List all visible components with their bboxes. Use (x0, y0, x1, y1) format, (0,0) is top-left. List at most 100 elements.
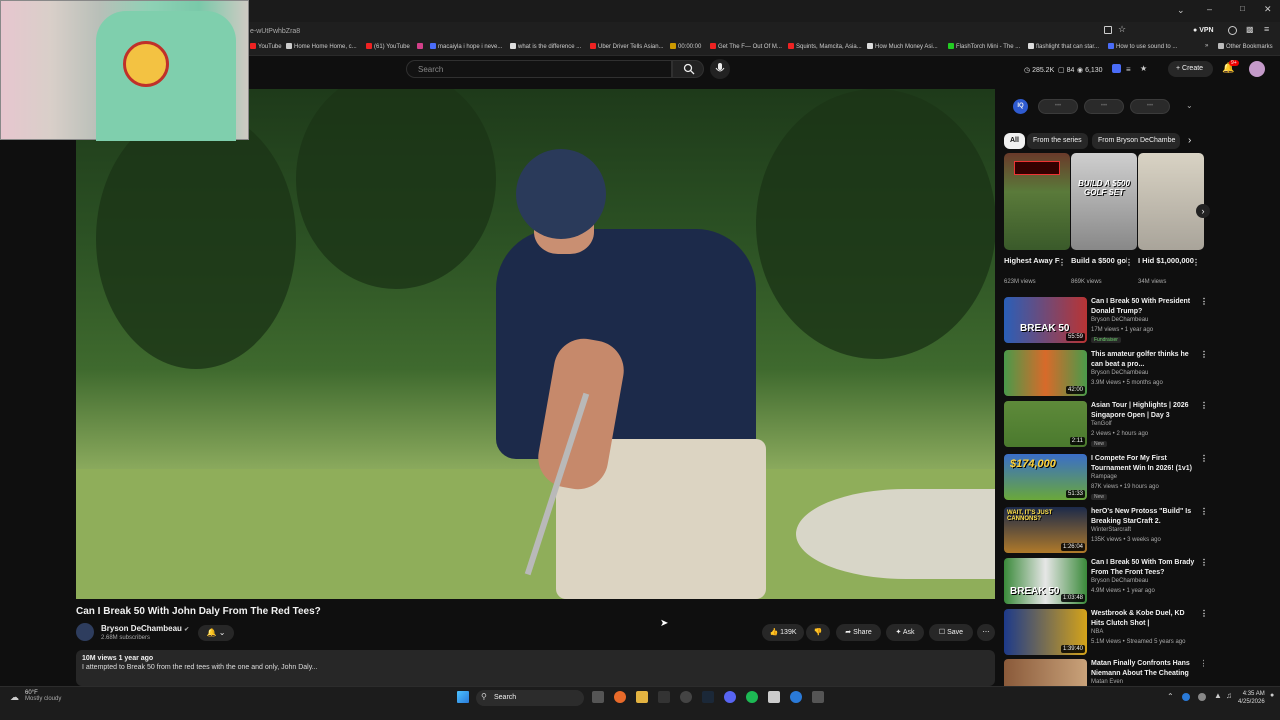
blurred-pill[interactable]: ••• (1084, 99, 1124, 114)
lens-icon[interactable]: IQ (1013, 99, 1028, 114)
short-thumbnail[interactable] (1004, 153, 1070, 250)
discord-icon[interactable] (724, 691, 736, 703)
recommended-video[interactable]: $174,000 51:33 I Compete For My First To… (1004, 454, 1208, 500)
bookmark-item[interactable]: what is the difference ... (510, 43, 581, 50)
chevron-right-icon[interactable]: › (1188, 135, 1191, 146)
more-icon[interactable]: ⋮ (1200, 558, 1208, 567)
spotify-icon[interactable] (746, 691, 758, 703)
more-icon[interactable]: ⋮ (1200, 507, 1208, 516)
bookmark-folder[interactable]: Other Bookmarks (1218, 43, 1273, 50)
save-button[interactable]: ☐ Save (929, 624, 973, 641)
more-icon[interactable]: ⋮ (1192, 258, 1200, 267)
menu-icon[interactable]: ≡ (1264, 24, 1269, 34)
bookmark-item[interactable] (417, 43, 425, 50)
minimize-icon[interactable]: – (1207, 4, 1212, 14)
ask-button[interactable]: ✦ Ask (886, 624, 924, 641)
bookmark-item[interactable]: How Much Money Asi... (867, 43, 938, 50)
short-title[interactable]: Build a $500 golf set at ... (1071, 256, 1127, 266)
bookmark-item[interactable]: Uber Driver Tells Asian... (590, 43, 664, 50)
create-button[interactable]: + Create (1168, 61, 1213, 77)
chevron-down-icon[interactable]: ⌄ (1186, 101, 1193, 110)
chevron-right-icon[interactable]: › (1196, 204, 1210, 218)
short-title[interactable]: Highest Away From ... (1004, 256, 1060, 266)
more-actions-button[interactable]: ⋯ (977, 624, 995, 641)
notification-bell-button[interactable]: 🔔 ⌄ (198, 625, 234, 641)
profile-icon[interactable] (1228, 26, 1237, 35)
volume-icon[interactable]: ♫ (1226, 691, 1232, 700)
short-title[interactable]: I Hid $1,000,000 ... (1138, 256, 1194, 266)
x-app-icon[interactable] (658, 691, 670, 703)
close-icon[interactable]: ✕ (1264, 4, 1272, 15)
chip-all[interactable]: All (1004, 133, 1025, 149)
taskbar-search[interactable]: Search (476, 690, 584, 706)
extensions-icon[interactable]: ▩ (1246, 25, 1254, 34)
system-clock[interactable]: 4:35 AM 4/25/2026 (1238, 690, 1265, 706)
task-view-icon[interactable] (592, 691, 604, 703)
recommended-video[interactable]: 1:39:40 Westbrook & Kobe Duel, KD Hits C… (1004, 609, 1208, 655)
share-button[interactable]: ➦ Share (836, 624, 881, 641)
account-avatar[interactable] (1249, 61, 1265, 77)
channel-name[interactable]: Bryson DeChambeau ✔ (101, 624, 189, 633)
recommended-video[interactable]: BREAK 50 1:03:48 Can I Break 50 With Tom… (1004, 558, 1208, 604)
app-icon[interactable] (680, 691, 692, 703)
chevron-down-icon[interactable]: ⌄ (1177, 5, 1185, 16)
extension-icon[interactable]: ≡ (1126, 65, 1131, 74)
app-icon[interactable] (768, 691, 780, 703)
file-explorer-icon[interactable] (636, 691, 648, 703)
search-input[interactable]: Search (406, 60, 672, 78)
vpn-badge[interactable]: ● VPN (1193, 27, 1214, 34)
maximize-icon[interactable]: □ (1240, 4, 1245, 13)
recommended-video[interactable]: Matan Finally Confronts Hans Niemann Abo… (1004, 659, 1204, 686)
more-icon[interactable]: ⋮ (1058, 258, 1066, 267)
short-thumbnail[interactable]: BUILD A $500 GOLF SET (1071, 153, 1137, 250)
windows-start-icon[interactable] (457, 691, 469, 703)
recommended-video[interactable]: BREAK 50 55:59 Can I Break 50 With Presi… (1004, 297, 1208, 343)
more-icon[interactable]: ⋮ (1200, 659, 1204, 668)
firefox-icon[interactable] (614, 691, 626, 703)
channel-avatar[interactable] (76, 623, 94, 641)
bookmark-item[interactable]: 00:00:00 (670, 43, 701, 50)
tray-icon[interactable] (1182, 693, 1190, 701)
more-icon[interactable]: ⋮ (1200, 350, 1208, 359)
bookmark-item[interactable]: Get The F— Out Of M... (710, 43, 782, 50)
more-icon[interactable]: ⋮ (1200, 454, 1208, 463)
app-icon[interactable] (812, 691, 824, 703)
bookmark-item[interactable]: macaiyla i hope i neve... (430, 43, 502, 50)
tray-icon[interactable] (1198, 693, 1206, 701)
more-bookmarks-icon[interactable]: » (1205, 43, 1208, 49)
blurred-pill[interactable]: ••• (1038, 99, 1078, 114)
bookmark-item[interactable]: How to use sound to ... (1108, 43, 1177, 50)
chip-from-channel[interactable]: From Bryson DeChambe (1092, 133, 1180, 149)
more-icon[interactable]: ⋮ (1200, 297, 1208, 306)
recommended-video[interactable]: WAIT, IT'S JUST CANNONS? 1:26:04 herO's … (1004, 507, 1208, 553)
bookmark-item[interactable]: (61) YouTube (366, 43, 410, 50)
voice-search-button[interactable] (710, 59, 730, 79)
bookmark-item[interactable]: flashlight that can star... (1028, 43, 1099, 50)
recommended-video[interactable]: 2:11 Asian Tour | Highlights | 2026 Sing… (1004, 401, 1208, 447)
steam-icon[interactable] (702, 691, 714, 703)
dislike-button[interactable]: 👎 (806, 624, 830, 641)
more-icon[interactable]: ⋮ (1200, 609, 1208, 618)
tray-chevron-icon[interactable]: ⌃ (1167, 692, 1174, 701)
short-thumbnail[interactable] (1138, 153, 1204, 250)
recommended-video[interactable]: 42:00 This amateur golfer thinks he can … (1004, 350, 1208, 396)
description-box[interactable]: 10M views 1 year ago I attempted to Brea… (76, 650, 995, 686)
browser-icon[interactable] (790, 691, 802, 703)
like-button[interactable]: 👍 139K (762, 624, 804, 641)
pin-icon[interactable]: ★ (1140, 64, 1147, 73)
bookmark-item[interactable]: Home Home Home, c... (286, 43, 357, 50)
search-button[interactable] (672, 60, 704, 78)
wifi-icon[interactable]: ▲ (1214, 691, 1222, 700)
bookmark-item[interactable]: YouTube (250, 43, 282, 50)
weather-widget[interactable]: 60°F Mostly cloudy (25, 690, 61, 702)
extension-icon[interactable] (1112, 64, 1121, 73)
notification-center-icon[interactable]: ● (1270, 692, 1274, 699)
translate-icon[interactable] (1104, 26, 1112, 34)
blurred-pill[interactable]: ••• (1130, 99, 1170, 114)
video-player[interactable] (76, 89, 995, 599)
bookmark-item[interactable]: Squints, Mamcita, Asia... (788, 43, 862, 50)
star-icon[interactable]: ☆ (1118, 24, 1126, 35)
chip-from-series[interactable]: From the series (1027, 133, 1088, 149)
more-icon[interactable]: ⋮ (1200, 401, 1208, 410)
more-icon[interactable]: ⋮ (1125, 258, 1133, 267)
